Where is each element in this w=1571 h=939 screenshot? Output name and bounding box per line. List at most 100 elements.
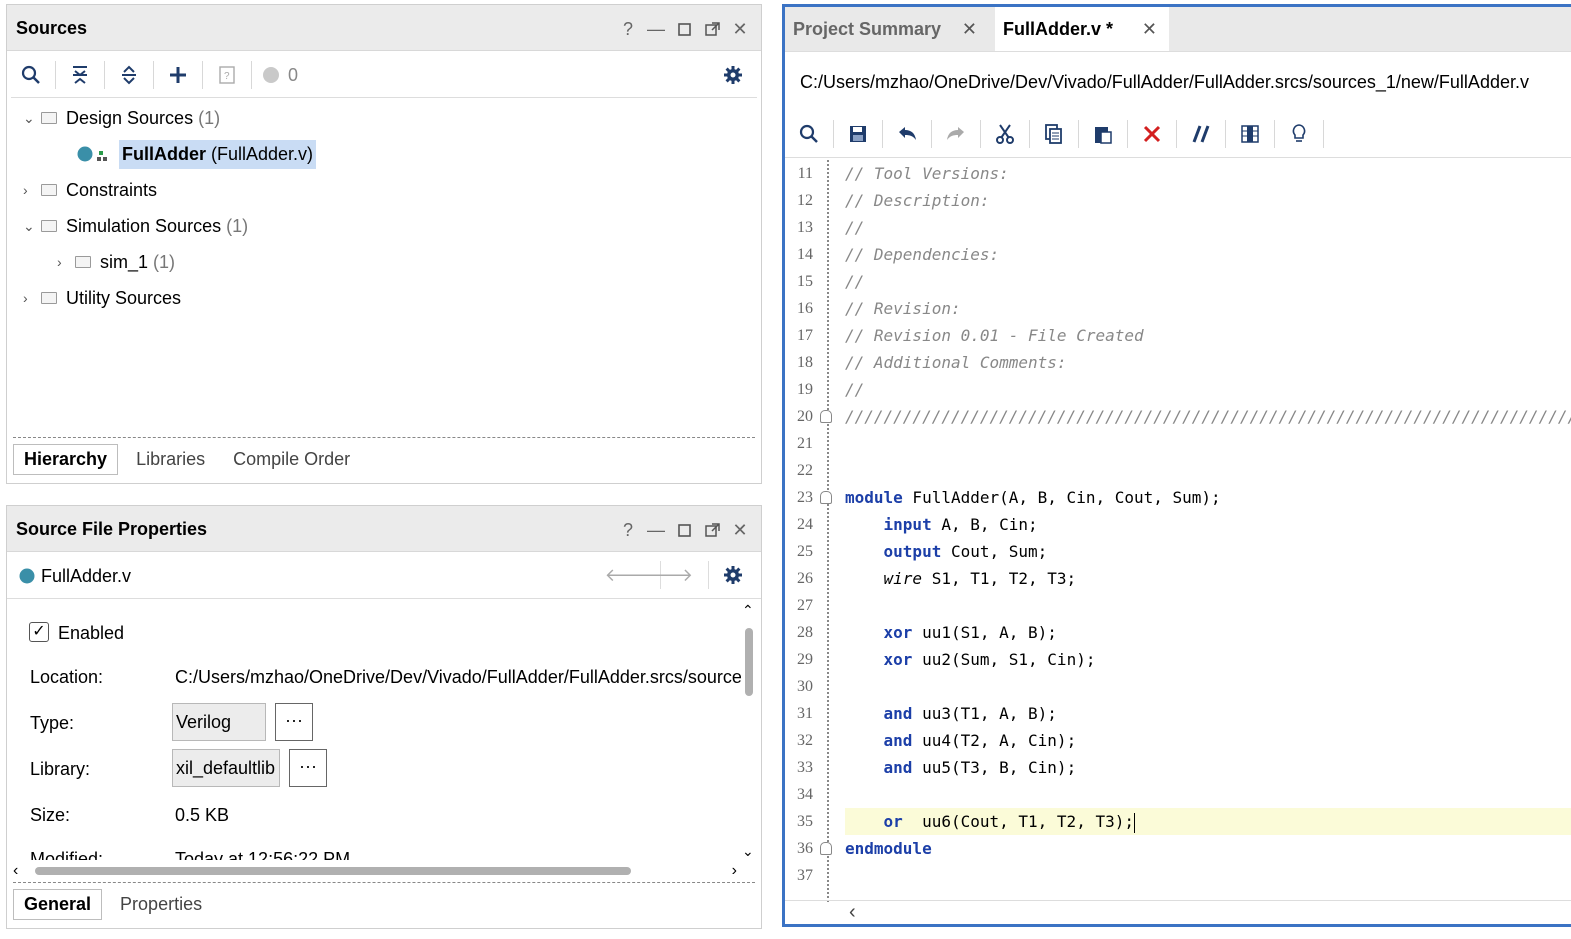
tab-properties[interactable]: Properties	[110, 890, 212, 919]
tree-constraints[interactable]: › Constraints	[23, 178, 157, 202]
float-icon[interactable]	[703, 521, 721, 539]
tab-compile-order[interactable]: Compile Order	[223, 445, 360, 474]
library-field[interactable]: xil_defaultlib	[172, 749, 280, 787]
code-line[interactable]: 34	[785, 781, 1571, 808]
close-icon[interactable]: ✕	[962, 19, 977, 40]
float-icon[interactable]	[703, 20, 721, 38]
scroll-up-icon[interactable]: ⌃	[742, 602, 754, 619]
code-line[interactable]: 25 output Cout, Sum;	[785, 538, 1571, 565]
tree-sim1[interactable]: › sim_1 (1)	[57, 250, 175, 274]
code-line[interactable]: 31 and uu3(T1, A, B);	[785, 700, 1571, 727]
minimize-icon[interactable]: —	[647, 520, 665, 540]
status-indicator[interactable]: 0	[262, 61, 298, 89]
copy-icon[interactable]	[1040, 120, 1068, 148]
code-line[interactable]: 29 xor uu2(Sum, S1, Cin);	[785, 646, 1571, 673]
save-icon[interactable]	[844, 120, 872, 148]
code-line[interactable]: 37	[785, 862, 1571, 889]
code-content: //	[845, 218, 865, 237]
delete-icon[interactable]	[1138, 120, 1166, 148]
code-content: FullAdder(A, B, Cin, Cout, Sum);	[902, 488, 1221, 507]
line-number: 16	[797, 300, 813, 317]
code-line[interactable]: 35 or uu6(Cout, T1, T2, T3);	[797, 808, 1571, 835]
gear-icon[interactable]	[719, 61, 747, 89]
properties-icon[interactable]: ?	[213, 61, 241, 89]
code-line[interactable]: 26 wire S1, T1, T2, T3;	[785, 565, 1571, 592]
fold-icon[interactable]	[820, 410, 832, 423]
code-line[interactable]: 30	[785, 673, 1571, 700]
type-field[interactable]: Verilog	[172, 703, 266, 741]
code-line[interactable]: 19 //	[785, 376, 1571, 403]
type-browse-button[interactable]: ···	[275, 703, 313, 741]
code-line[interactable]: 22	[785, 457, 1571, 484]
add-sources-icon[interactable]	[164, 61, 192, 89]
code-line[interactable]: 13 //	[785, 214, 1571, 241]
code-editor[interactable]: 11 // Tool Versions: 12 // Description: 13 //…	[785, 160, 1571, 902]
scroll-right-icon[interactable]: ›	[732, 862, 737, 880]
code-line[interactable]: 11 // Tool Versions:	[785, 160, 1571, 187]
vertical-scrollbar[interactable]: ⌃ ⌄	[739, 602, 757, 860]
help-icon[interactable]: ?	[619, 520, 637, 540]
code-line[interactable]: 24 input A, B, Cin;	[785, 511, 1571, 538]
redo-icon[interactable]	[942, 120, 970, 148]
module-name: FullAdder	[122, 143, 206, 164]
gear-icon[interactable]	[723, 565, 743, 590]
library-browse-button[interactable]: ···	[289, 749, 327, 787]
code-line[interactable]: 14 // Dependencies:	[785, 241, 1571, 268]
code-line[interactable]: 18 // Additional Comments:	[785, 349, 1571, 376]
code-line[interactable]: 33 and uu5(T3, B, Cin);	[785, 754, 1571, 781]
tab-project-summary[interactable]: Project Summary ✕	[785, 7, 995, 51]
maximize-icon[interactable]	[675, 521, 693, 539]
cut-icon[interactable]	[991, 120, 1019, 148]
code-line[interactable]: 28 xor uu1(S1, A, B);	[785, 619, 1571, 646]
scroll-left-icon[interactable]: ‹	[849, 901, 856, 924]
lightbulb-icon[interactable]	[1285, 120, 1313, 148]
comment-icon[interactable]	[1187, 120, 1215, 148]
horizontal-scrollbar[interactable]: ‹ ›	[11, 862, 739, 880]
code-line[interactable]: 32 and uu4(T2, A, Cin);	[785, 727, 1571, 754]
help-icon[interactable]: ?	[619, 19, 637, 39]
code-text: //	[845, 214, 864, 241]
search-icon[interactable]	[795, 120, 823, 148]
paste-icon[interactable]	[1089, 120, 1117, 148]
line-number: 35	[797, 813, 813, 830]
scroll-left-icon[interactable]: ‹	[13, 862, 18, 880]
search-icon[interactable]	[17, 61, 45, 89]
close-icon[interactable]: ✕	[731, 520, 749, 540]
enabled-checkbox[interactable]: ✓	[29, 622, 49, 642]
chevron-right-icon[interactable]: ›	[23, 290, 37, 306]
code-line[interactable]: 36 endmodule	[785, 835, 1571, 862]
code-line[interactable]: 27	[785, 592, 1571, 619]
close-icon[interactable]: ✕	[1142, 19, 1157, 40]
code-line[interactable]: 16 // Revision:	[785, 295, 1571, 322]
tree-utility-sources[interactable]: › Utility Sources	[23, 286, 181, 310]
chevron-down-icon[interactable]: ⌄	[23, 110, 37, 127]
code-line[interactable]: 17 // Revision 0.01 - File Created	[785, 322, 1571, 349]
tree-simulation-sources[interactable]: ⌄ Simulation Sources (1)	[23, 214, 248, 238]
collapse-all-icon[interactable]	[66, 61, 94, 89]
fold-icon[interactable]	[820, 491, 832, 504]
tree-fulladder[interactable]: FullAdder (FullAdder.v)	[77, 139, 317, 169]
forward-arrow-icon[interactable]: 🡒	[645, 565, 693, 586]
undo-icon[interactable]	[893, 120, 921, 148]
tab-libraries[interactable]: Libraries	[126, 445, 215, 474]
tab-general[interactable]: General	[13, 889, 103, 920]
chevron-right-icon[interactable]: ›	[57, 254, 71, 270]
tab-hierarchy[interactable]: Hierarchy	[13, 444, 119, 475]
code-line[interactable]: 12 // Description:	[785, 187, 1571, 214]
tree-design-sources[interactable]: ⌄ Design Sources (1)	[23, 106, 220, 130]
tab-fulladder-v[interactable]: FullAdder.v * ✕	[995, 7, 1169, 51]
fold-icon[interactable]	[820, 842, 832, 855]
code-line[interactable]: 23 module FullAdder(A, B, Cin, Cout, Sum)…	[785, 484, 1571, 511]
code-line[interactable]: 15 //	[785, 268, 1571, 295]
code-line[interactable]: 20 //////////////////////////////////////…	[785, 403, 1571, 430]
line-number: 28	[797, 624, 813, 641]
close-icon[interactable]: ✕	[731, 19, 749, 39]
chevron-right-icon[interactable]: ›	[23, 182, 37, 198]
scroll-down-icon[interactable]: ⌄	[742, 843, 754, 860]
column-select-icon[interactable]	[1236, 120, 1264, 148]
minimize-icon[interactable]: —	[647, 19, 665, 39]
maximize-icon[interactable]	[675, 20, 693, 38]
code-line[interactable]: 21	[785, 430, 1571, 457]
chevron-down-icon[interactable]: ⌄	[23, 218, 37, 235]
expand-all-icon[interactable]	[115, 61, 143, 89]
